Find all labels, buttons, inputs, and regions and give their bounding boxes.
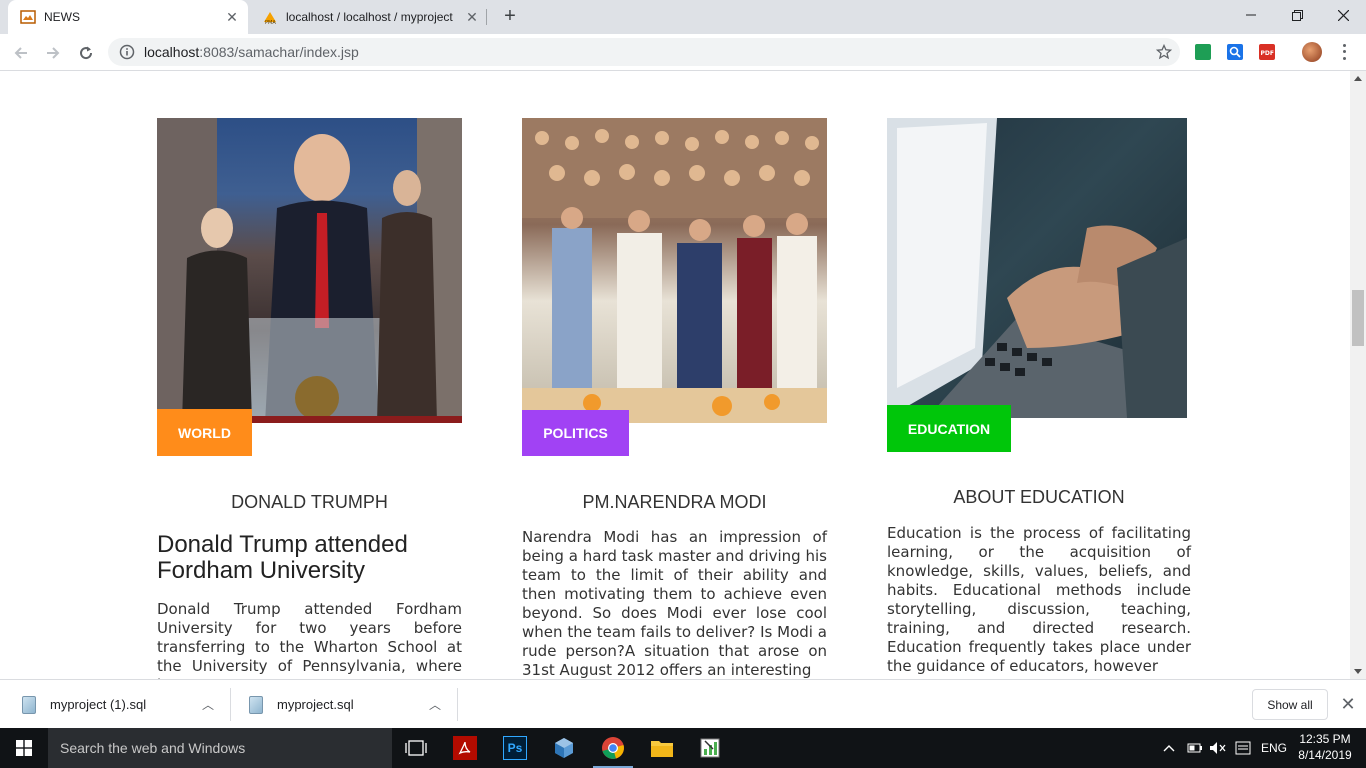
category-badge-world[interactable]: WORLD <box>157 409 252 456</box>
back-icon[interactable] <box>8 40 34 66</box>
scrollbar-thumb[interactable] <box>1352 290 1364 346</box>
phpmyadmin-favicon-icon: PMA <box>264 12 276 25</box>
windows-start-icon[interactable] <box>0 728 48 768</box>
download-filename: myproject (1).sql <box>50 697 147 712</box>
acrobat-icon[interactable] <box>453 736 477 760</box>
chevron-up-icon[interactable]: ︿ <box>429 696 441 713</box>
download-item[interactable]: myproject (1).sql ︿ <box>22 680 222 729</box>
bookmark-star-icon[interactable] <box>1156 44 1172 60</box>
svg-text:PDF: PDF <box>1261 50 1274 57</box>
crowd-photo <box>522 118 827 423</box>
card-heading: ABOUT EDUCATION <box>953 487 1125 507</box>
taskbar-search-box[interactable]: Search the web and Windows <box>48 728 392 768</box>
scroll-down-arrow-icon[interactable] <box>1354 669 1362 674</box>
tab-news[interactable]: NEWS ✕ <box>8 0 248 34</box>
close-tab-icon[interactable]: ✕ <box>224 9 240 25</box>
download-filename: myproject.sql <box>277 697 354 712</box>
show-all-downloads-button[interactable]: Show all <box>1252 689 1328 720</box>
restore-icon[interactable] <box>1274 0 1320 30</box>
downloads-shelf: myproject (1).sql ︿ myproject.sql ︿ Show… <box>0 679 1366 728</box>
close-shelf-icon[interactable]: ✕ <box>1338 694 1358 714</box>
chevron-up-icon[interactable]: ︿ <box>202 696 214 713</box>
file-explorer-icon[interactable] <box>650 736 674 760</box>
inauguration-photo <box>157 118 462 423</box>
sql-editor-icon[interactable] <box>698 736 722 760</box>
download-divider <box>230 688 231 721</box>
sql-file-icon <box>249 695 263 714</box>
page-scrollbar[interactable] <box>1350 71 1366 679</box>
svg-text:PMA: PMA <box>265 20 276 25</box>
card-text: Education is the process of facilitating… <box>887 524 1191 675</box>
tab-divider <box>486 9 487 25</box>
action-center-icon[interactable] <box>1235 728 1251 768</box>
tab-title: localhost / localhost / myproject <box>286 10 453 24</box>
reload-icon[interactable] <box>73 40 99 66</box>
card-subheading: Donald Trump attended Fordham University <box>157 531 408 584</box>
minimize-icon[interactable] <box>1228 0 1274 30</box>
new-tab-plus-icon[interactable]: + <box>498 5 522 29</box>
chrome-icon[interactable] <box>601 736 625 760</box>
site-info-icon[interactable] <box>119 44 135 60</box>
clock-date: 8/14/2019 <box>1298 748 1352 762</box>
search-extension-icon[interactable] <box>1227 44 1243 60</box>
battery-icon[interactable] <box>1187 728 1203 768</box>
category-badge-education[interactable]: EDUCATION <box>887 405 1011 452</box>
browser-menu-icon[interactable] <box>1336 42 1352 62</box>
tab-title: NEWS <box>44 10 80 24</box>
photoshop-icon[interactable]: Ps <box>503 736 527 760</box>
download-item[interactable]: myproject.sql ︿ <box>249 680 449 729</box>
show-hidden-icons-chevron-icon[interactable] <box>1162 728 1176 768</box>
windows-taskbar: Search the web and Windows Ps ENG 12:35 … <box>0 728 1366 768</box>
volume-muted-icon[interactable] <box>1209 728 1227 768</box>
card-heading: DONALD TRUMPH <box>231 492 388 512</box>
close-tab-icon[interactable]: ✕ <box>464 9 480 25</box>
task-view-icon[interactable] <box>404 736 428 760</box>
laptop-photo <box>887 118 1187 418</box>
profile-avatar[interactable] <box>1302 42 1322 62</box>
tab-phpmyadmin[interactable]: PMA localhost / localhost / myproject ✕ <box>250 0 488 34</box>
virtualbox-icon[interactable] <box>552 736 576 760</box>
card-image-education[interactable] <box>887 118 1187 418</box>
close-window-icon[interactable] <box>1320 0 1366 30</box>
sheets-extension-icon[interactable] <box>1195 44 1211 60</box>
download-divider <box>457 688 458 721</box>
url-text: localhost:8083/samachar/index.jsp <box>144 44 359 60</box>
scroll-up-arrow-icon[interactable] <box>1354 76 1362 81</box>
browser-tab-strip: NEWS ✕ PMA localhost / localhost / mypro… <box>0 0 1366 34</box>
browser-toolbar: localhost:8083/samachar/index.jsp PDF <box>0 34 1366 71</box>
forward-icon[interactable] <box>40 40 66 66</box>
card-image-world[interactable] <box>157 118 462 423</box>
sql-file-icon <box>22 695 36 714</box>
pdf-extension-icon[interactable]: PDF <box>1259 44 1275 60</box>
page-viewport: WORLD DONALD TRUMPH Donald Trump attende… <box>0 71 1350 679</box>
news-favicon-icon <box>20 10 36 24</box>
taskbar-clock[interactable]: 12:35 PM 8/14/2019 <box>1294 731 1356 763</box>
card-image-politics[interactable] <box>522 118 827 423</box>
category-badge-politics[interactable]: POLITICS <box>522 410 629 456</box>
card-text: Donald Trump attended Fordham University… <box>157 600 462 679</box>
input-language[interactable]: ENG <box>1261 728 1287 768</box>
card-heading: PM.NARENDRA MODI <box>582 492 767 512</box>
card-text: Narendra Modi has an impression of being… <box>522 528 827 679</box>
clock-time: 12:35 PM <box>1299 732 1351 746</box>
address-bar[interactable]: localhost:8083/samachar/index.jsp <box>108 38 1180 66</box>
